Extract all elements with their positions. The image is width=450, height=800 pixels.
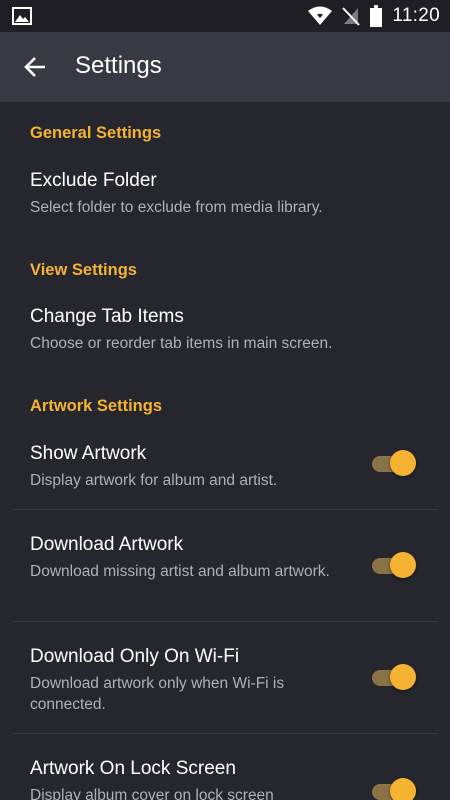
back-button[interactable] xyxy=(16,48,54,86)
pref-title: Show Artwork xyxy=(30,443,147,464)
download-only-on-wifi-toggle[interactable] xyxy=(372,662,416,692)
wifi-icon xyxy=(308,6,333,26)
page-title: Settings xyxy=(75,52,162,79)
download-artwork-toggle[interactable] xyxy=(372,550,416,580)
status-bar: 11:20 xyxy=(0,0,450,32)
show-artwork-toggle[interactable] xyxy=(372,448,416,478)
pref-title: Exclude Folder xyxy=(30,170,157,191)
pref-artwork-on-lock-screen[interactable]: Artwork On Lock Screen Display album cov… xyxy=(0,758,450,800)
toggle-thumb xyxy=(390,778,416,800)
arrow-back-icon xyxy=(24,57,46,77)
toggle-thumb xyxy=(390,552,416,578)
pref-summary: Display artwork for album and artist. xyxy=(30,472,278,489)
status-time: 11:20 xyxy=(392,5,440,26)
toggle-thumb xyxy=(390,450,416,476)
pref-download-artwork[interactable]: Download Artwork Download missing artist… xyxy=(0,534,450,604)
pref-title: Artwork On Lock Screen xyxy=(30,758,236,779)
divider xyxy=(12,509,438,510)
section-header-general: General Settings xyxy=(30,124,162,142)
pref-title: Change Tab Items xyxy=(30,306,184,327)
pref-summary: Select folder to exclude from media libr… xyxy=(30,199,323,216)
app-bar: Settings xyxy=(0,32,450,102)
pref-title: Download Artwork xyxy=(30,534,184,555)
pref-summary: Display album cover on lock screen xyxy=(30,787,274,800)
section-header-artwork: Artwork Settings xyxy=(30,397,163,415)
pref-summary: Choose or reorder tab items in main scre… xyxy=(30,335,333,352)
pref-download-only-on-wifi[interactable]: Download Only On Wi-Fi Download artwork … xyxy=(0,646,450,716)
image-notification-icon xyxy=(12,7,32,25)
pref-show-artwork[interactable]: Show Artwork Display artwork for album a… xyxy=(0,443,450,503)
pref-summary: Download missing artist and album artwor… xyxy=(30,563,330,580)
pref-title: Download Only On Wi-Fi xyxy=(30,646,240,667)
section-header-view: View Settings xyxy=(30,261,137,279)
toggle-thumb xyxy=(390,664,416,690)
pref-exclude-folder[interactable]: Exclude Folder Select folder to exclude … xyxy=(0,170,450,220)
artwork-on-lock-screen-toggle[interactable] xyxy=(372,776,416,800)
pref-change-tab-items[interactable]: Change Tab Items Choose or reorder tab i… xyxy=(0,306,450,356)
settings-list[interactable]: General Settings Exclude Folder Select f… xyxy=(0,102,450,800)
no-signal-icon xyxy=(342,6,361,26)
pref-summary: Download artwork only when Wi-Fi is conn… xyxy=(30,675,285,713)
divider xyxy=(12,733,438,734)
battery-icon xyxy=(370,5,383,27)
divider xyxy=(12,621,438,622)
